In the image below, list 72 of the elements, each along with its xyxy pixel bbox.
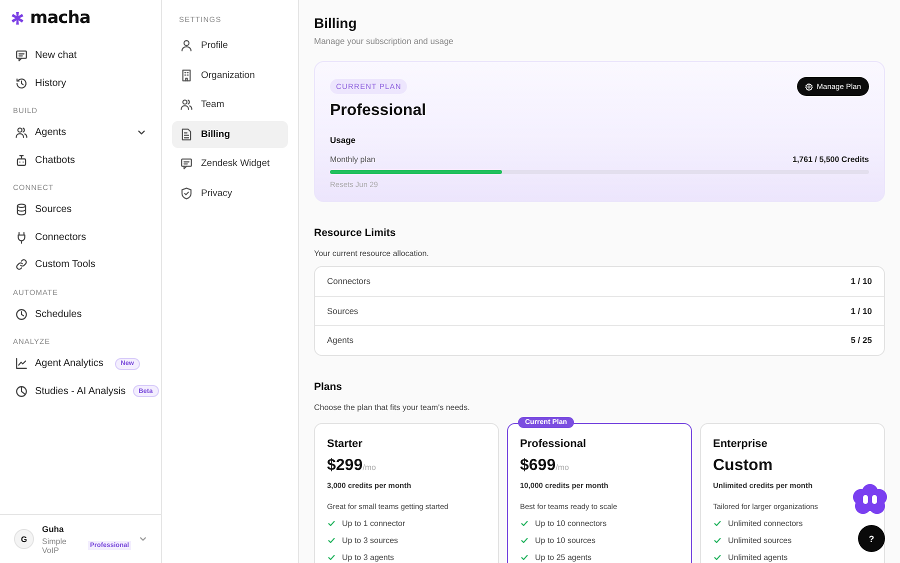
plan-name: Enterprise (713, 438, 768, 450)
sidebar-item[interactable]: Sources (6, 196, 155, 224)
building-icon (180, 68, 193, 82)
sidebar-item[interactable]: Connectors (6, 224, 155, 251)
history-icon (15, 76, 28, 90)
plan-name: Starter (327, 438, 364, 450)
avatar: G (14, 529, 34, 549)
plan-feature: Up to 25 agents (535, 552, 592, 562)
section-title: Plans (314, 380, 344, 392)
plan-feature: Up to 10 connectors (535, 518, 607, 528)
plan-price: $299 (327, 456, 363, 474)
plan-feature: Up to 3 agents (342, 552, 394, 562)
settings-nav-item[interactable]: Profile (172, 32, 288, 60)
plan-name: Professional (330, 102, 428, 120)
settings-nav-item[interactable]: Team (172, 91, 288, 118)
price-period: /mo (362, 462, 376, 472)
chevron-icon (139, 535, 147, 543)
brand-name: macha (30, 8, 90, 28)
section-subtitle: Your current resource allocation. (314, 249, 430, 258)
resource-limit: 1 / 10 (850, 276, 872, 286)
resource-name: Agents (327, 335, 354, 346)
plan-feature: Up to 10 sources (535, 536, 596, 544)
logo-icon (10, 10, 25, 26)
settings-icon (804, 82, 813, 90)
plan-feature: Unlimited agents (728, 552, 788, 562)
usage-label: Monthly plan (330, 155, 376, 164)
user-icon (180, 39, 193, 52)
user-name: Guha (42, 524, 65, 534)
resource-limit: 5 / 25 (850, 335, 872, 346)
link-icon (15, 258, 28, 272)
usage-reading: 1,761 / 5,500 Credits (792, 155, 869, 164)
plan-name: Professional (520, 438, 588, 450)
chat-icon (15, 49, 28, 62)
sidebar-item[interactable]: Custom Tools (6, 251, 155, 278)
pie-chart-icon (15, 384, 28, 398)
resource-limit: 1 / 10 (850, 306, 872, 316)
settings-nav-item[interactable]: Privacy (172, 180, 288, 207)
sidebar-item[interactable]: New chat (6, 42, 155, 70)
sidebar-item[interactable]: Agents (6, 119, 155, 146)
users-icon (15, 126, 28, 140)
plan-feature: Unlimited connectors (728, 518, 803, 528)
receipt-icon (180, 128, 193, 141)
line-chart-icon (15, 357, 28, 370)
section-title: Resource Limits (314, 227, 397, 239)
settings-nav-item[interactable]: Zendesk Widget (172, 150, 288, 178)
chevron-icon[interactable] (137, 128, 146, 138)
shield-icon (180, 186, 193, 200)
settings-nav-item[interactable]: Organization (172, 62, 288, 89)
resource-name: Sources (327, 306, 358, 316)
sidebar-item[interactable]: History (6, 70, 155, 97)
database-icon (15, 203, 28, 216)
plan-feature: Unlimited sources (728, 536, 792, 544)
plan-feature: Up to 1 connector (342, 518, 406, 528)
page-subtitle: Manage your subscription and usage (314, 36, 454, 46)
section-subtitle: Choose the plan that fits your team's needs. (314, 402, 471, 412)
organization-name: Simple VoIP (42, 536, 68, 554)
plug-icon (15, 230, 28, 244)
page-title: Billing (314, 15, 358, 31)
mascot-icon[interactable] (852, 483, 888, 517)
clock-icon (15, 308, 28, 321)
plan-feature: Up to 3 sources (342, 536, 398, 544)
usage-heading: Usage (330, 135, 357, 145)
resource-name: Connectors (327, 276, 370, 286)
message-icon (180, 157, 193, 170)
settings-nav-item[interactable]: Billing (172, 120, 288, 148)
sidebar-item[interactable]: Chatbots (6, 146, 155, 174)
plan-price: $699 (520, 456, 556, 474)
plan-price: Custom (713, 456, 773, 474)
sidebar-item[interactable]: Schedules (6, 300, 155, 328)
price-period: /mo (556, 462, 569, 472)
robot-icon (15, 154, 28, 167)
users-icon (180, 98, 193, 112)
